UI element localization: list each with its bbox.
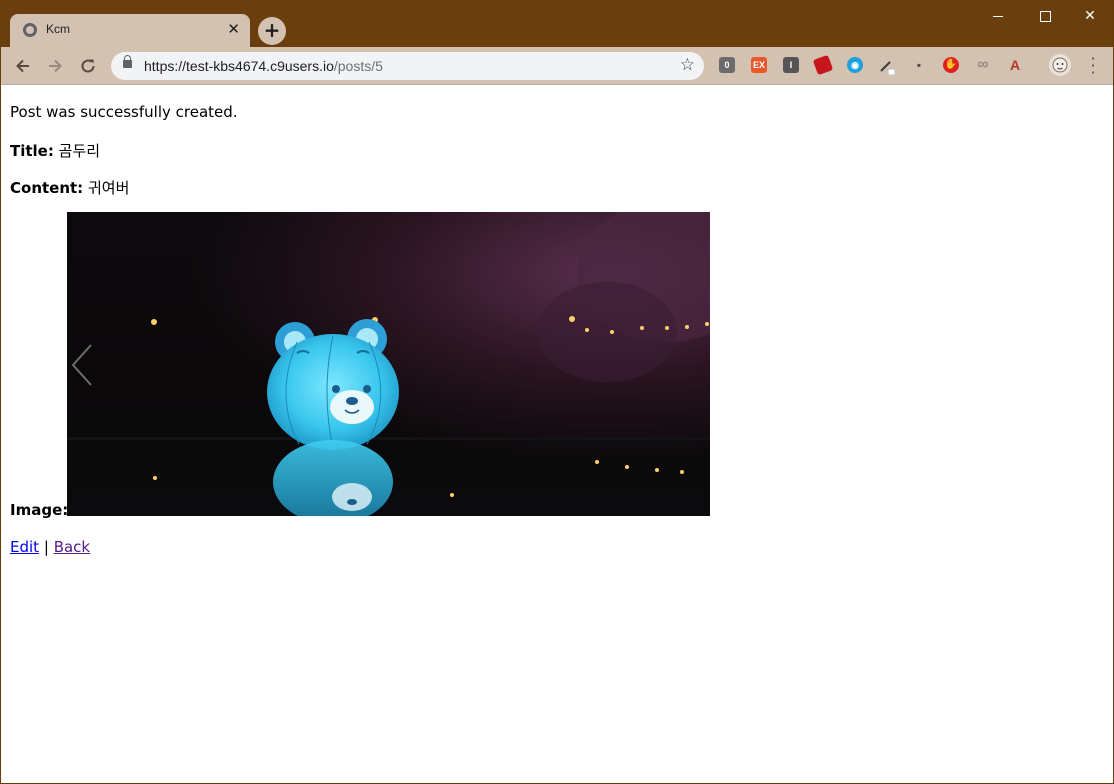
reload-icon xyxy=(81,59,95,73)
minimize-button[interactable] xyxy=(975,5,1021,27)
extension-i-icon[interactable]: I xyxy=(783,57,799,73)
url-text[interactable]: https://test-kbs4674.c9users.io/posts/5 xyxy=(144,58,383,74)
reload-button[interactable] xyxy=(76,54,100,78)
maximize-button[interactable] xyxy=(1022,5,1068,27)
globe-icon xyxy=(23,23,37,37)
post-title-row: Title: 곰두리 xyxy=(10,140,100,161)
address-bar[interactable]: https://test-kbs4674.c9users.io/posts/5 … xyxy=(111,52,704,80)
content-label: Content: xyxy=(10,179,84,197)
extension-adblock-icon[interactable]: ✋ xyxy=(943,57,959,73)
post-image xyxy=(67,212,710,516)
image-label: Image: xyxy=(10,501,69,519)
url-path: /posts/5 xyxy=(333,58,383,74)
new-tab-button[interactable]: + xyxy=(258,17,286,45)
flash-notice: Post was successfully created. xyxy=(10,103,238,121)
extension-link-icon[interactable]: ∞ xyxy=(975,57,991,73)
url-host: https://test-kbs4674.c9users.io xyxy=(144,58,334,74)
action-links: Edit | Back xyxy=(10,538,90,556)
avatar-face-icon xyxy=(1052,57,1068,73)
tab-title: Kcm xyxy=(46,22,70,36)
extension-eyedropper-icon[interactable] xyxy=(879,57,896,76)
profile-avatar[interactable] xyxy=(1049,54,1071,76)
forward-button[interactable] xyxy=(43,54,67,78)
bear-lantern-photo xyxy=(67,212,710,516)
extension-pdf-icon[interactable]: A xyxy=(1007,57,1023,73)
eyedropper-icon xyxy=(880,61,896,76)
extension-ruby-icon[interactable] xyxy=(812,54,834,76)
back-arrow-icon xyxy=(16,59,29,73)
close-window-button[interactable]: ✕ xyxy=(1067,5,1113,27)
post-content-row: Content: 귀여버 xyxy=(10,177,129,198)
extension-eye-icon[interactable]: ◉ xyxy=(847,57,863,73)
title-label: Title: xyxy=(10,142,54,160)
tab-close-icon[interactable]: ✕ xyxy=(227,20,240,38)
browser-toolbar: https://test-kbs4674.c9users.io/posts/5 … xyxy=(1,47,1113,85)
tab-kcm[interactable]: Kcm ✕ xyxy=(10,14,250,47)
title-value: 곰두리 xyxy=(58,142,101,160)
back-link[interactable]: Back xyxy=(54,538,90,556)
lock-icon xyxy=(123,55,132,68)
link-separator: | xyxy=(43,538,49,556)
content-value: 귀여버 xyxy=(87,179,130,197)
forward-arrow-icon xyxy=(49,59,62,73)
extension-card-icon[interactable]: ▪ xyxy=(911,57,927,73)
bookmark-star-icon[interactable]: ☆ xyxy=(680,55,695,75)
browser-window: Kcm ✕ + ✕ https://test-kbs4674.c9users.i… xyxy=(0,0,1114,784)
back-button[interactable] xyxy=(11,54,35,78)
extension-0-icon[interactable]: 0 xyxy=(719,57,735,73)
browser-menu-icon[interactable]: · · · xyxy=(1086,51,1100,81)
extension-ex-icon[interactable]: EX xyxy=(751,57,767,73)
page-content: Post was successfully created. Title: 곰두… xyxy=(1,85,1113,783)
edit-link[interactable]: Edit xyxy=(10,538,39,556)
tab-strip: Kcm ✕ + ✕ xyxy=(1,1,1113,47)
